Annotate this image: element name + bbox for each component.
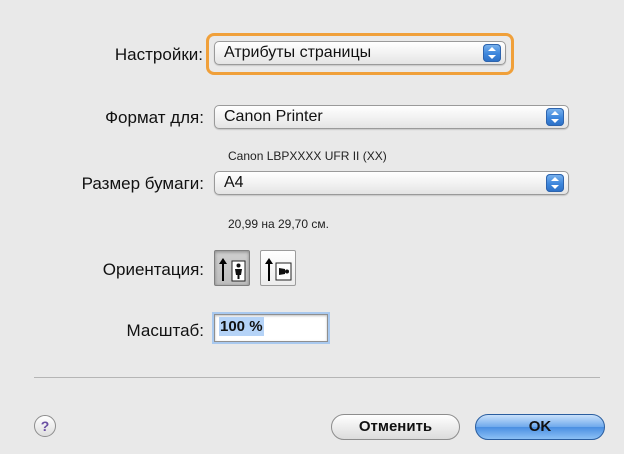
paper-size-popup[interactable]: A4: [214, 171, 569, 195]
popup-arrows-icon: [483, 44, 501, 62]
format-for-value: Canon Printer: [224, 108, 323, 125]
popup-arrows-icon: [546, 174, 564, 192]
format-for-popup[interactable]: Canon Printer: [214, 105, 569, 129]
settings-value: Атрибуты страницы: [224, 44, 372, 61]
paper-dimensions-text: 20,99 на 29,70 см.: [228, 217, 329, 231]
popup-arrows-icon: [546, 108, 564, 126]
paper-size-label: Размер бумаги:: [81, 174, 204, 193]
page-setup-dialog: Настройки: Атрибуты страницы Формат для:…: [0, 0, 624, 454]
cancel-button[interactable]: Отменить: [331, 414, 460, 440]
ok-button[interactable]: OK: [475, 414, 605, 440]
format-for-label: Формат для:: [105, 108, 204, 127]
paper-size-value: A4: [224, 174, 244, 191]
portrait-orientation-button[interactable]: [214, 250, 250, 286]
scale-input[interactable]: 100 %: [212, 312, 330, 344]
orientation-label: Ориентация:: [102, 260, 204, 279]
landscape-orientation-button[interactable]: [260, 250, 296, 286]
landscape-orientation-icon: [265, 258, 292, 281]
divider: [34, 377, 600, 378]
scale-value: 100 %: [219, 317, 264, 336]
settings-label: Настройки:: [114, 45, 203, 64]
printer-model-text: Canon LBPXXXX UFR II (XX): [228, 149, 387, 163]
scale-label: Масштаб:: [126, 321, 204, 340]
portrait-orientation-icon: [219, 258, 246, 282]
help-button[interactable]: ?: [34, 415, 56, 437]
settings-popup[interactable]: Атрибуты страницы: [214, 41, 506, 65]
